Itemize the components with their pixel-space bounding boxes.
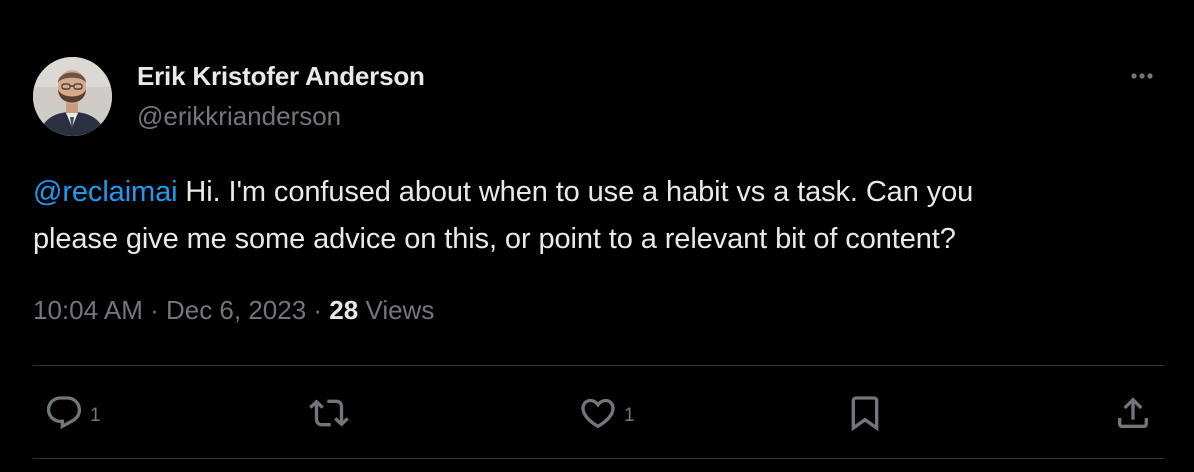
bookmark-icon	[851, 396, 879, 432]
retweet-button[interactable]	[309, 393, 349, 433]
meta-separator: ·	[142, 295, 166, 325]
share-icon	[1118, 397, 1148, 428]
tweet-meta: 10:04 AM · Dec 6, 2023 · 28 Views	[33, 295, 434, 326]
tweet-text: @reclaimai Hi. I'm confused about when t…	[33, 169, 1173, 263]
meta-separator: ·	[306, 295, 330, 325]
tweet-text-line1: Hi. I'm confused about when to use a hab…	[177, 176, 974, 208]
mention-link[interactable]: @reclaimai	[33, 176, 178, 208]
share-button[interactable]	[1113, 393, 1153, 433]
author-handle[interactable]: @erikkrianderson	[137, 101, 341, 132]
tweet-date[interactable]: Dec 6, 2023	[166, 295, 306, 325]
views-label: Views	[358, 295, 435, 325]
tweet-time[interactable]: 10:04 AM	[33, 295, 143, 325]
reply-count: 1	[90, 405, 101, 426]
reply-button[interactable]: 1	[44, 393, 101, 433]
divider	[33, 458, 1164, 459]
more-button[interactable]	[1124, 64, 1160, 88]
avatar-image	[33, 57, 112, 136]
divider	[33, 365, 1164, 366]
tweet-card: Erik Kristofer Anderson @erikkrianderson…	[0, 0, 1194, 472]
bookmark-button[interactable]	[845, 393, 885, 433]
like-icon	[581, 398, 615, 429]
more-icon	[1131, 73, 1153, 79]
like-button[interactable]: 1	[578, 393, 635, 433]
views-count: 28	[329, 295, 359, 325]
tweet-text-line2: please give me some advice on this, or p…	[33, 223, 956, 255]
like-count: 1	[624, 405, 635, 426]
retweet-icon	[309, 399, 349, 427]
avatar[interactable]	[33, 57, 112, 136]
reply-icon	[46, 396, 82, 430]
author-name[interactable]: Erik Kristofer Anderson	[137, 61, 425, 92]
